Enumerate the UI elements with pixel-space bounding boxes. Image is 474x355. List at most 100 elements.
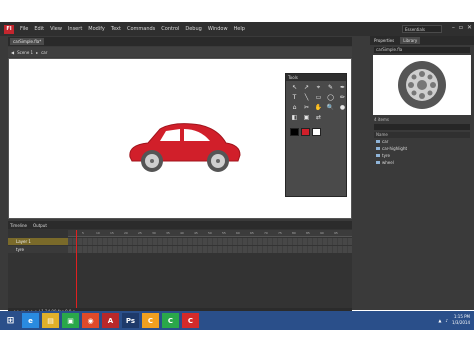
selection-tool-icon[interactable]: ↖	[290, 84, 299, 92]
pencil-tool-icon[interactable]: ✏	[338, 94, 347, 102]
breadcrumb-symbol[interactable]: car	[41, 50, 47, 55]
car-graphic[interactable]	[126, 121, 244, 173]
ie-taskbar-icon[interactable]: e	[22, 313, 39, 328]
menu-view[interactable]: View	[50, 26, 62, 32]
menu-edit[interactable]: Edit	[34, 26, 44, 32]
camtasia-taskbar-icon[interactable]: C	[162, 313, 179, 328]
bone-tool-icon[interactable]: ✂	[302, 104, 311, 112]
flash-app-window: Fl File Edit View Insert Modify Text Com…	[0, 22, 474, 315]
ruler-tick: 85	[306, 231, 310, 235]
tab-library[interactable]: Library	[400, 37, 421, 44]
ruler-tick: 75	[278, 231, 282, 235]
breadcrumb-separator: ▸	[36, 49, 39, 55]
wheel-preview-graphic	[398, 61, 446, 109]
ruler-tick: 5	[82, 231, 84, 235]
ruler-tick: 20	[124, 231, 128, 235]
eraser-icon[interactable]: ▣	[302, 114, 311, 122]
maximize-icon[interactable]: ▫	[459, 24, 463, 31]
default-colors-swatch[interactable]	[312, 128, 321, 136]
layer-row-2[interactable]: tyre	[8, 246, 68, 253]
ruler-tick: 95	[334, 231, 338, 235]
volume-icon[interactable]: ♪	[445, 318, 448, 323]
transform-tool-icon[interactable]: ⌖	[314, 84, 323, 92]
ruler-tick: 35	[166, 231, 170, 235]
store-taskbar-icon[interactable]: ▣	[62, 313, 79, 328]
layer-frames-2[interactable]	[68, 246, 352, 253]
layer-frames-1[interactable]	[68, 238, 352, 245]
library-search-input[interactable]	[374, 124, 470, 130]
clock-date: 1/3/2014	[452, 320, 470, 325]
ruler-tick: 10	[96, 231, 100, 235]
tools-grid: ↖ ↗ ⌖ ✎ ✒ T ╲ ▭ ◯ ✏ ⌂ ✂ ✋ 🔍 ● ◧ ▣ ⇄	[286, 81, 346, 125]
tab-output[interactable]: Output	[33, 223, 47, 228]
menu-help[interactable]: Help	[234, 26, 245, 32]
right-panel-tabs: Properties Library	[370, 36, 474, 45]
tab-timeline[interactable]: Timeline	[10, 223, 27, 228]
stroke-color-swatch[interactable]	[290, 128, 299, 136]
line-tool-icon[interactable]: ╲	[302, 94, 311, 102]
ruler-tick: 45	[194, 231, 198, 235]
pen-tool-icon[interactable]: ✎	[326, 84, 335, 92]
menu-text[interactable]: Text	[111, 26, 121, 32]
start-button[interactable]: ⊞	[2, 313, 19, 328]
library-item[interactable]: tyre	[374, 152, 470, 159]
paint-bucket-icon[interactable]: ●	[338, 104, 347, 112]
ruler-tick: 55	[222, 231, 226, 235]
ruler-tick: 70	[264, 231, 268, 235]
menu-control[interactable]: Control	[161, 26, 179, 32]
brush-tool-icon[interactable]: ✒	[338, 84, 347, 92]
minimize-icon[interactable]: –	[452, 24, 455, 31]
close-icon[interactable]: ✕	[467, 24, 472, 31]
subselection-tool-icon[interactable]: ↗	[302, 84, 311, 92]
menu-modify[interactable]: Modify	[88, 26, 105, 32]
swap-colors-icon[interactable]: ⇄	[314, 114, 323, 122]
library-item[interactable]: car-highlight	[374, 145, 470, 152]
acrobat-taskbar-icon[interactable]: A	[102, 313, 119, 328]
ruler-tick: 60	[236, 231, 240, 235]
tools-panel: Tools ↖ ↗ ⌖ ✎ ✒ T ╲ ▭ ◯ ✏ ⌂ ✂ ✋ 🔍 ● ◧ ▣ …	[285, 73, 347, 197]
edit-bar: ◀ Scene 1 ▸ car	[8, 47, 352, 57]
library-file-select[interactable]: carSimple.fla	[374, 47, 470, 53]
document-tab[interactable]: carSimple.fla*	[10, 38, 45, 45]
menu-debug[interactable]: Debug	[185, 26, 201, 32]
library-item[interactable]: car	[374, 138, 470, 145]
flash-taskbar-icon[interactable]: C	[182, 313, 199, 328]
layer-row-1[interactable]: Layer 1	[8, 238, 68, 245]
ruler-tick: 80	[292, 231, 296, 235]
timeline-tabs: Timeline Output	[8, 221, 352, 229]
chrome-taskbar-icon[interactable]: ◉	[82, 313, 99, 328]
menu-commands[interactable]: Commands	[127, 26, 155, 32]
menu-insert[interactable]: Insert	[68, 26, 82, 32]
library-item[interactable]: wheel	[374, 159, 470, 166]
eyedropper-icon[interactable]: ◧	[290, 114, 299, 122]
deco-tool-icon[interactable]: ⌂	[290, 104, 299, 112]
tab-properties[interactable]: Properties	[374, 38, 394, 43]
photoshop-taskbar-icon[interactable]: Ps	[122, 313, 139, 328]
frame-ruler[interactable]: 5 10 15 20 25 30 35 40 45 50 55 60 65 70…	[68, 230, 352, 237]
ruler-tick: 50	[208, 231, 212, 235]
breadcrumb-scene[interactable]: Scene 1	[17, 50, 33, 55]
back-arrow-icon[interactable]: ◀	[11, 50, 14, 55]
tools-title: Tools	[286, 74, 346, 81]
workspace-switcher[interactable]: Essentials	[402, 25, 442, 33]
ruler-tick: 65	[250, 231, 254, 235]
clock[interactable]: 1:15 PM 1/3/2014	[452, 314, 470, 326]
menu-bar: Fl File Edit View Insert Modify Text Com…	[0, 22, 474, 36]
network-icon[interactable]: ▲	[438, 318, 441, 323]
document-tabs: carSimple.fla*	[8, 37, 352, 46]
rectangle-tool-icon[interactable]: ▭	[314, 94, 323, 102]
playhead[interactable]	[76, 230, 77, 308]
explorer-taskbar-icon[interactable]: ▤	[42, 313, 59, 328]
window-controls: – ▫ ✕	[452, 24, 472, 31]
menu-window[interactable]: Window	[208, 26, 228, 32]
ruler-tick: 30	[152, 231, 156, 235]
zoom-tool-icon[interactable]: 🔍	[326, 104, 335, 112]
menu-file[interactable]: File	[20, 26, 28, 32]
oval-tool-icon[interactable]: ◯	[326, 94, 335, 102]
hand-tool-icon[interactable]: ✋	[314, 104, 323, 112]
text-tool-icon[interactable]: T	[290, 94, 299, 102]
fill-color-swatch[interactable]	[301, 128, 310, 136]
ruler-tick: 90	[320, 231, 324, 235]
stage-canvas[interactable]: Tools ↖ ↗ ⌖ ✎ ✒ T ╲ ▭ ◯ ✏ ⌂ ✂ ✋ 🔍 ● ◧ ▣ …	[8, 58, 352, 219]
illustrator-taskbar-icon[interactable]: C	[142, 313, 159, 328]
